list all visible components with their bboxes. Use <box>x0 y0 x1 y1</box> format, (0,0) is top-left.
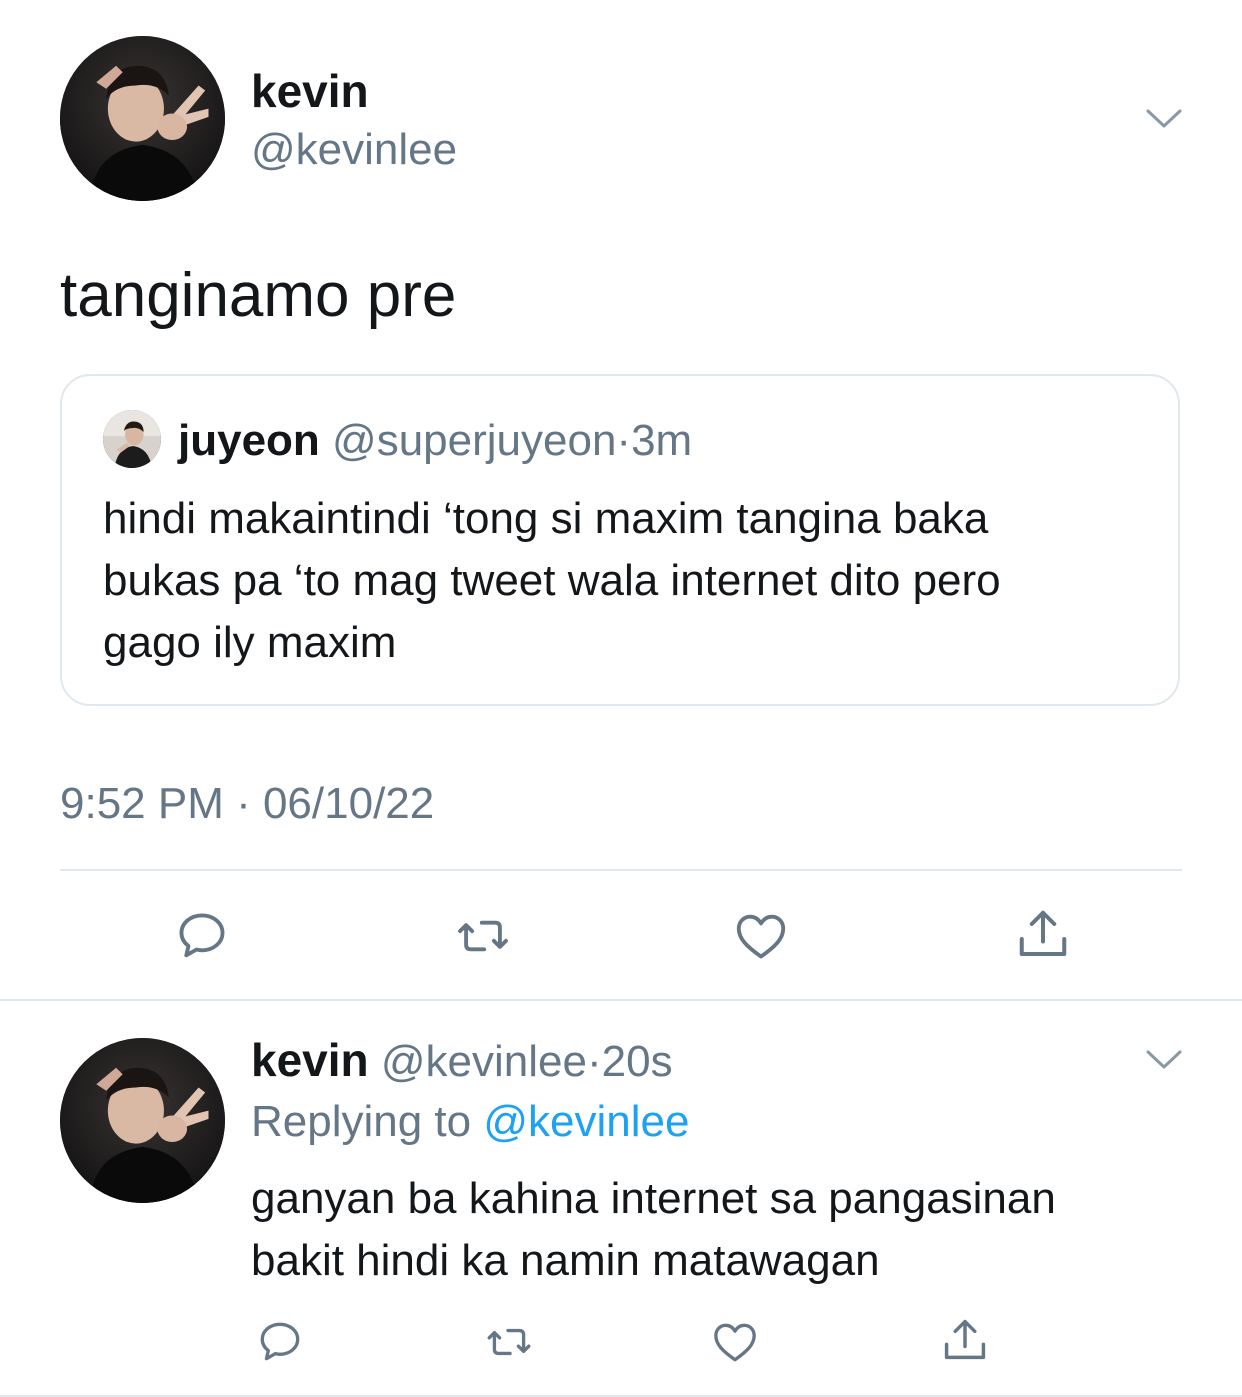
chevron-down-icon <box>1146 109 1182 128</box>
reply-tweet-text: ganyan ba kahina internet sa pangasinan … <box>251 1168 1211 1292</box>
quoted-text-line: gago ily maxim <box>103 618 397 667</box>
reply-author-handle[interactable]: @kevinlee <box>381 1037 587 1086</box>
replying-to-line: Replying to @kevinlee <box>251 1094 689 1150</box>
quoted-tweet-header: juyeon @superjuyeon·3m <box>178 414 692 468</box>
replying-to-mention[interactable]: @kevinlee <box>483 1097 689 1146</box>
reply-tweet-menu-button[interactable] <box>1144 1040 1184 1080</box>
like-icon <box>714 1323 756 1362</box>
main-author-name[interactable]: kevin <box>251 62 369 120</box>
main-tweet-avatar[interactable] <box>60 36 225 201</box>
quoted-tweet-avatar[interactable] <box>103 410 161 468</box>
quoted-text-line: bukas pa ‘to mag tweet wala internet dit… <box>103 556 1001 605</box>
reply-text-line: bakit hindi ka namin matawagan <box>251 1236 880 1285</box>
reply-tweet-avatar[interactable] <box>60 1038 225 1203</box>
main-share-button[interactable] <box>1012 902 1074 966</box>
share-icon <box>1019 910 1067 956</box>
reply-text-line: ganyan ba kahina internet sa pangasinan <box>251 1174 1056 1223</box>
main-like-button[interactable] <box>730 906 792 966</box>
quoted-author-name[interactable]: juyeon <box>178 416 320 465</box>
like-icon <box>736 914 786 959</box>
quoted-time: 3m <box>631 416 693 465</box>
reply-reply-button[interactable] <box>254 1316 306 1368</box>
reply-retweet-button[interactable] <box>480 1316 538 1368</box>
reply-share-button[interactable] <box>938 1312 992 1368</box>
retweet-icon <box>458 920 508 952</box>
reply-separator: · <box>586 1037 602 1086</box>
quoted-separator: · <box>616 416 632 465</box>
divider <box>60 869 1182 871</box>
profile-photo <box>60 36 225 201</box>
reply-icon <box>260 1322 300 1361</box>
reply-icon <box>179 913 225 958</box>
main-author-handle[interactable]: @kevinlee <box>251 122 457 178</box>
reply-time: 20s <box>601 1037 673 1086</box>
main-reply-button[interactable] <box>172 906 232 966</box>
retweet-icon <box>487 1328 531 1356</box>
share-icon <box>944 1319 986 1360</box>
reply-tweet-header: kevin @kevinlee·20s <box>251 1032 673 1090</box>
main-tweet-text: tanginamo pre <box>60 261 457 330</box>
profile-photo <box>60 1038 225 1203</box>
profile-photo <box>103 410 161 468</box>
main-tweet-menu-button[interactable] <box>1144 99 1184 139</box>
quoted-text-line: hindi makaintindi ‘tong si maxim tangina… <box>103 494 989 543</box>
quoted-author-handle[interactable]: @superjuyeon <box>332 416 616 465</box>
reply-like-button[interactable] <box>708 1316 762 1368</box>
replying-to-label: Replying to <box>251 1097 472 1146</box>
divider <box>0 999 1242 1001</box>
chevron-down-icon <box>1146 1050 1182 1069</box>
main-tweet-timestamp[interactable]: 9:52 PM · 06/10/22 <box>60 776 434 832</box>
reply-author-name[interactable]: kevin <box>251 1034 369 1086</box>
quoted-tweet-text: hindi makaintindi ‘tong si maxim tangina… <box>103 488 1143 674</box>
main-retweet-button[interactable] <box>450 906 516 966</box>
